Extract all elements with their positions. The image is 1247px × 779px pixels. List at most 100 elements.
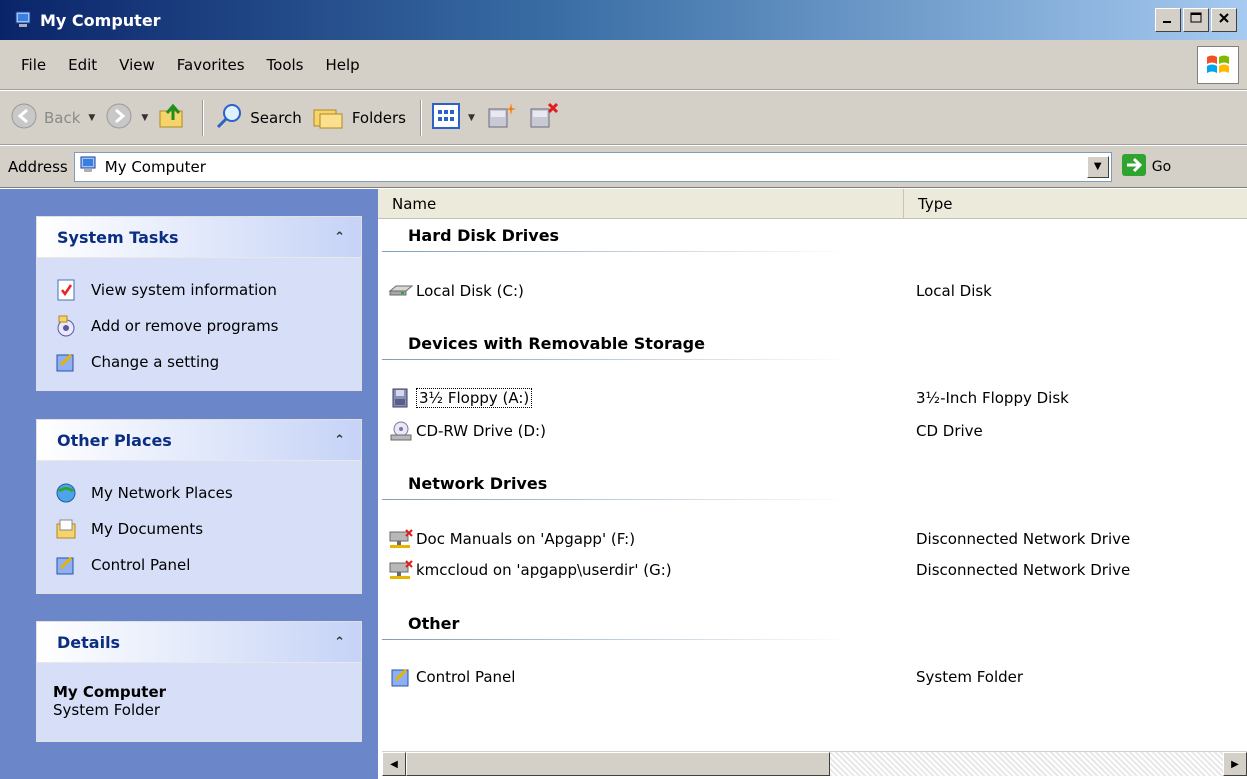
menu-help[interactable]: Help [315, 56, 371, 74]
task-add-remove-programs[interactable]: Add or remove programs [53, 308, 351, 344]
address-value: My Computer [104, 157, 206, 176]
menu-view[interactable]: View [108, 56, 166, 74]
documents-folder-icon [53, 516, 79, 542]
maximize-button[interactable] [1183, 8, 1209, 32]
menu-tools[interactable]: Tools [256, 56, 315, 74]
place-control-panel[interactable]: Control Panel [53, 547, 351, 583]
scroll-right-button[interactable]: ▶ [1223, 752, 1247, 776]
folders-label: Folders [351, 108, 406, 127]
menu-edit[interactable]: Edit [57, 56, 108, 74]
place-my-network-places[interactable]: My Network Places [53, 475, 351, 511]
back-button[interactable]: Back ▼ [10, 102, 95, 134]
list-item-control-panel[interactable]: Control Panel System Folder [388, 663, 1228, 691]
network-drive-disconnected-icon [388, 558, 414, 582]
list-item-kmccloud-g[interactable]: kmccloud on 'apgapp\userdir' (G:) Discon… [388, 556, 1228, 584]
search-button[interactable]: Search [214, 102, 302, 134]
task-view-system-information[interactable]: View system information [53, 272, 351, 308]
item-type: Disconnected Network Drive [916, 530, 1131, 548]
maximize-icon [1190, 12, 1202, 28]
caption-buttons [1155, 8, 1237, 32]
forward-dropdown-icon[interactable]: ▼ [141, 113, 148, 123]
list-item-cd-rw-d[interactable]: CD-RW Drive (D:) CD Drive [388, 417, 1228, 445]
other-places-header[interactable]: Other Places ⌃ [37, 420, 361, 461]
scroll-left-button[interactable]: ◀ [382, 752, 406, 776]
minimize-icon [1162, 12, 1174, 28]
collapse-icon[interactable]: ⌃ [334, 433, 345, 448]
item-name-cell: 3½ Floppy (A:) [388, 386, 910, 410]
column-headers: Name Type [378, 189, 1247, 219]
item-name: Local Disk (C:) [416, 282, 524, 300]
other-places-title: Other Places [57, 430, 172, 450]
disconnect-drive-button[interactable] [527, 101, 559, 135]
back-label: Back [44, 108, 81, 127]
control-panel-icon [388, 665, 414, 689]
up-folder-button[interactable] [158, 102, 188, 134]
item-type: System Folder [916, 668, 1024, 686]
details-panel: Details ⌃ My Computer System Folder [36, 621, 362, 742]
go-label: Go [1151, 158, 1172, 175]
place-my-documents[interactable]: My Documents [53, 511, 351, 547]
close-icon [1218, 12, 1230, 28]
back-dropdown-icon[interactable]: ▼ [88, 113, 95, 123]
details-header[interactable]: Details ⌃ [37, 622, 361, 663]
control-panel-icon [53, 552, 79, 578]
group-divider [382, 639, 852, 640]
close-button[interactable] [1211, 8, 1237, 32]
details-type: System Folder [53, 701, 161, 719]
file-list: Name Type Hard Disk Drives Local Disk (C… [378, 189, 1247, 779]
collapse-icon[interactable]: ⌃ [334, 230, 345, 245]
go-button[interactable]: Go [1121, 153, 1172, 180]
list-item-doc-manuals-f[interactable]: Doc Manuals on 'Apgapp' (F:) Disconnecte… [388, 525, 1228, 553]
views-button[interactable]: ▼ [431, 102, 475, 133]
group-header: Devices with Removable Storage [408, 334, 705, 353]
other-places-body: My Network Places My Documents Control P… [37, 461, 361, 593]
system-tasks-body: View system information Add or remove pr… [37, 258, 361, 390]
folders-button[interactable]: Folders [312, 102, 406, 134]
item-name-cell: CD-RW Drive (D:) [388, 419, 910, 443]
map-network-drive-button[interactable] [485, 101, 517, 135]
list-item-floppy-a[interactable]: 3½ Floppy (A:) 3½-Inch Floppy Disk [388, 384, 1228, 412]
item-name-cell: kmccloud on 'apgapp\userdir' (G:) [388, 558, 910, 582]
search-label: Search [250, 108, 302, 127]
folders-icon [312, 102, 346, 134]
arrow-left-icon: ◀ [390, 758, 398, 770]
group-header: Network Drives [408, 474, 548, 493]
up-folder-icon [158, 102, 188, 134]
cd-drive-icon [388, 419, 414, 443]
menu-favorites[interactable]: Favorites [166, 56, 256, 74]
horizontal-scrollbar[interactable]: ◀ ▶ [382, 751, 1247, 776]
address-dropdown-button[interactable]: ▼ [1086, 155, 1109, 178]
item-name: kmccloud on 'apgapp\userdir' (G:) [416, 561, 672, 579]
control-panel-icon [53, 349, 79, 375]
column-header-type[interactable]: Type [904, 189, 1247, 219]
scroll-track[interactable] [830, 752, 1223, 776]
item-type: Local Disk [916, 282, 992, 300]
group-divider [382, 251, 852, 252]
windows-logo-icon [1197, 46, 1239, 84]
details-name: My Computer [53, 683, 167, 701]
standard-toolbar: Back ▼ ▼ Search Folders ▼ [0, 91, 1247, 145]
address-bar: Address My Computer ▼ Go [0, 146, 1247, 188]
task-change-a-setting[interactable]: Change a setting [53, 344, 351, 380]
task-label: View system information [91, 281, 277, 299]
scroll-thumb[interactable] [406, 752, 830, 776]
minimize-button[interactable] [1155, 8, 1181, 32]
address-input[interactable]: My Computer ▼ [73, 151, 1112, 182]
item-type: CD Drive [916, 422, 983, 440]
forward-button[interactable]: ▼ [105, 102, 148, 134]
system-tasks-header[interactable]: System Tasks ⌃ [37, 217, 361, 258]
task-label: Change a setting [91, 353, 220, 371]
details-title: Details [57, 632, 121, 652]
menu-file[interactable]: File [10, 56, 57, 74]
address-label: Address [8, 157, 68, 176]
list-item-local-disk-c[interactable]: Local Disk (C:) Local Disk [388, 277, 1228, 305]
title-bar[interactable]: My Computer [0, 0, 1247, 40]
item-name: Control Panel [416, 668, 516, 686]
column-header-name[interactable]: Name [378, 189, 904, 219]
collapse-icon[interactable]: ⌃ [334, 635, 345, 650]
item-name: Doc Manuals on 'Apgapp' (F:) [416, 530, 636, 548]
item-name-cell: Local Disk (C:) [388, 279, 910, 303]
views-dropdown-icon[interactable]: ▼ [468, 113, 475, 123]
go-arrow-icon [1121, 153, 1146, 180]
network-places-icon [53, 480, 79, 506]
